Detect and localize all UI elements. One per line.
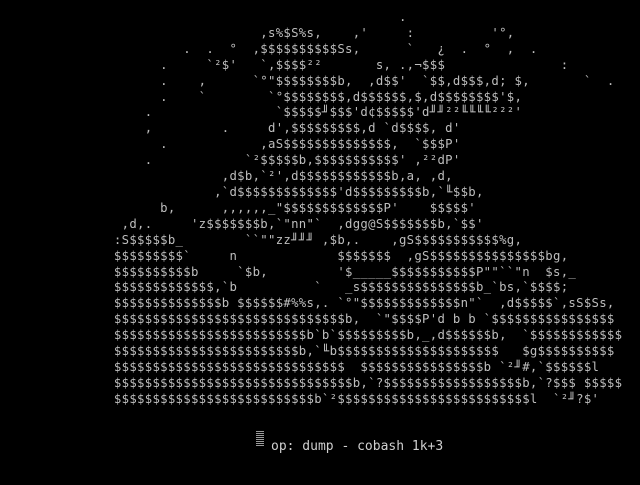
ascii-art-line: ,d,. 'z$$$$$$$b,`"nn"` ,dgg@S$$$$$$$b,`$… (60, 216, 484, 231)
ascii-art-line: $$$$$$$$$$$$$$b $$$$$$#%%s,. `°"$$$$$$$$… (60, 296, 615, 311)
ascii-art-line: $$$$$$$$$$$$$$$$$$$$$$$$$$$$$$b, `"$$$$P… (60, 312, 615, 327)
ascii-art-line: $$$$$$$$$$$$$$$$$$$$$$$$$$$$$$$b,`?$$$$$… (60, 375, 623, 390)
ascii-art-line: . ` `°$$$$$$$$,d$$$$$$,$,d$$$$$$$$'$, (60, 89, 523, 104)
status-line: op: dump - cobash 1k+3 (256, 430, 443, 454)
ascii-art-line: $$$$$$$$$$$$$$$$$$$$$$$$$b`b`$$$$$$$$$b,… (60, 328, 623, 343)
ascii-art-line: b, ,,,,,,_"$$$$$$$$$$$$$P' $$$$$' (60, 200, 476, 215)
ascii-art-line: ,`d$$$$$$$$$$$$$'d$$$$$$$$$b,`╙$$b, (60, 184, 484, 199)
ascii-art-line: ,d$b,`²',d$$$$$$$$$$$$b,a, ,d, (60, 169, 453, 184)
ascii-art-line: $$$$$$$$$$$$$$$$$$$$$$$$b,`╙b$$$$$$$$$$$… (60, 344, 615, 359)
ascii-art-line: $$$$$$$$$$$$$$$$$$$$$$$$$$b`²$$$$$$$$$$$… (60, 391, 600, 406)
ascii-art-line: $$$$$$$$$$$$$$$$$$$$$$$$$$$$$$ $$$$$$$$$… (60, 359, 600, 374)
ascii-art-line: $$$$$$$$$$$$$,`b ` _s$$$$$$$$$$$$$$$b_`b… (60, 280, 569, 295)
ascii-art-line: . `²$' `,$$$$²² s, .,¬$$$ : (60, 57, 569, 72)
ascii-art-line: . (60, 10, 407, 24)
ascii-art-line: $$$$$$$$$` n $$$$$$$ ,gS$$$$$$$$$$$$$$$b… (60, 248, 569, 263)
ascii-art-line: . `$$$$$╜$$$'d¢$$$$$'d╜╜²²╙╙╙╙²²²' (60, 105, 523, 120)
terminal-screen: . ,s%$S%s, ,' : '°, . . ° ,$$$$$$$$$$Ss,… (0, 0, 640, 485)
status-caption: op: dump - cobash 1k+3 (271, 438, 444, 454)
ascii-art-line: . `²$$$$$b,$$$$$$$$$$$' ,²²dP' (60, 153, 461, 168)
cursor-block (256, 430, 264, 446)
ascii-art-line: :S$$$$$b_ ``""zz╜╜╜ ,$b,. ,gS$$$$$$$$$$$… (60, 232, 523, 247)
ascii-art-image: . ,s%$S%s, ,' : '°, . . ° ,$$$$$$$$$$Ss,… (60, 10, 622, 408)
ascii-art-line: . . ° ,$$$$$$$$$$Ss, ` ¿ . ° , . (60, 41, 538, 56)
ascii-art-line: , . d',$$$$$$$$$,d `d$$$$, d' (60, 121, 461, 136)
ascii-art-line: ,s%$S%s, ,' : '°, (60, 25, 515, 40)
ascii-art-line: . , `°"$$$$$$$$b, ,d$$' `$$,d$$$,d; $, `… (60, 73, 615, 88)
ascii-art-line: $$$$$$$$$$b `$b, '$_____$$$$$$$$$$$P""``… (60, 264, 577, 279)
ascii-art-line: . ,aS$$$$$$$$$$$$$$, `$$$P' (60, 137, 461, 152)
